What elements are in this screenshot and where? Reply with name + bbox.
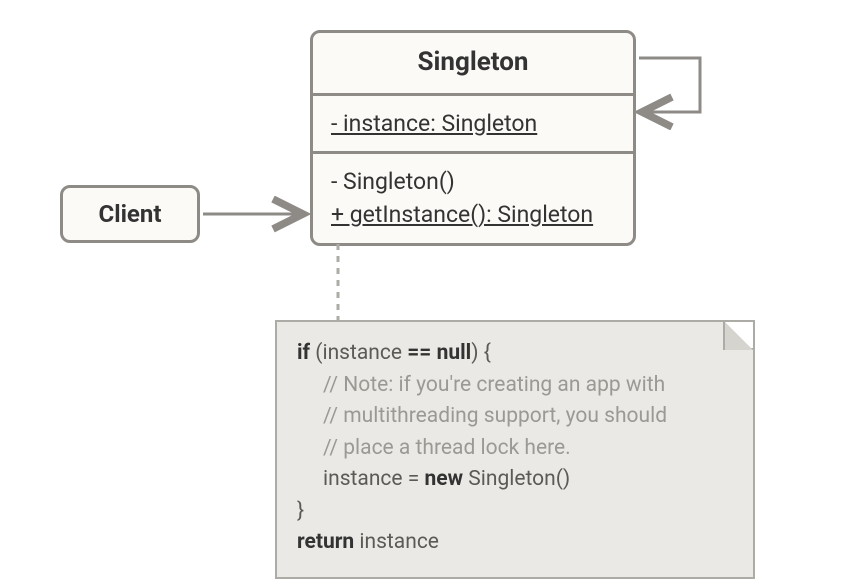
operations-compartment: - Singleton() + getInstance(): Singleton: [310, 151, 636, 246]
class-title: Singleton: [418, 44, 529, 82]
class-title-compartment: Singleton: [310, 30, 636, 96]
kw-eqnull: == null: [407, 341, 471, 365]
operation-getinstance: + getInstance(): Singleton: [331, 198, 593, 231]
singleton-class-box: Singleton - instance: Singleton - Single…: [310, 30, 636, 246]
code-line-1: if (instance == null) {: [297, 338, 733, 370]
comment-3: // place a thread lock here.: [297, 433, 733, 465]
comment-2: // multithreading support, you should: [297, 401, 733, 433]
attribute-instance: - instance: Singleton: [331, 107, 537, 140]
note-fold-icon: [725, 322, 753, 350]
kw-return: return: [297, 530, 354, 554]
code-line-5: instance = new Singleton(): [297, 464, 733, 496]
client-class-box: Client: [60, 185, 200, 243]
code-line-7: return instance: [297, 527, 733, 559]
kw-if: if: [297, 341, 310, 365]
txt: instance =: [323, 467, 425, 491]
txt: ) {: [471, 341, 491, 365]
client-label: Client: [99, 200, 162, 228]
operation-constructor: - Singleton(): [331, 165, 455, 198]
code-line-6: }: [297, 496, 733, 528]
arrow-self-association: [639, 58, 700, 112]
comment-1: // Note: if you're creating an app with: [297, 370, 733, 402]
txt: instance: [354, 530, 439, 554]
pseudocode-note: if (instance == null) { // Note: if you'…: [275, 320, 755, 579]
txt: Singleton(): [463, 467, 570, 491]
kw-new: new: [425, 467, 464, 491]
attributes-compartment: - instance: Singleton: [310, 93, 636, 154]
txt: (instance: [310, 341, 407, 365]
